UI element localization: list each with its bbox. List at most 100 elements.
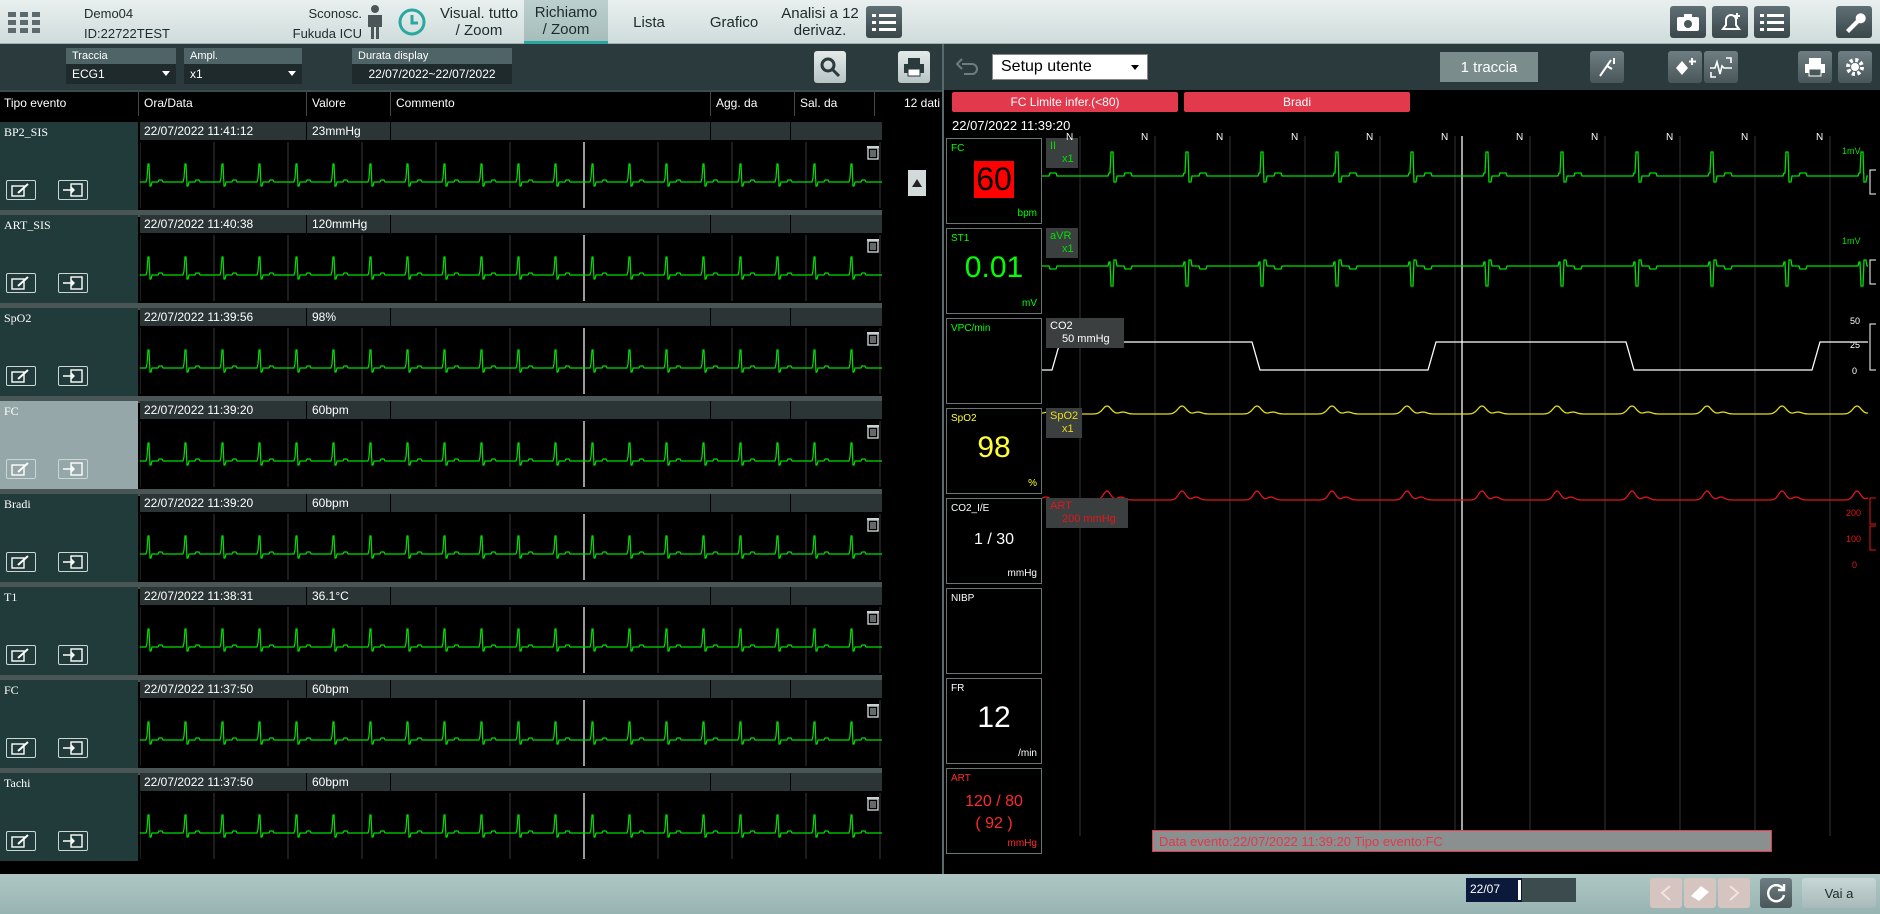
camera-button[interactable] <box>1670 6 1706 38</box>
tab-lista[interactable]: Lista <box>612 0 686 44</box>
col-12-dati[interactable]: 12 dati <box>904 96 940 110</box>
col-commento[interactable]: Commento <box>396 96 455 110</box>
event-type-cell[interactable]: T1 <box>0 587 138 675</box>
main-menu-button[interactable] <box>4 0 44 44</box>
event-ecg-strip[interactable] <box>139 328 882 394</box>
param-box-st1[interactable]: ST1 0.01 mV <box>946 228 1042 314</box>
undo-icon[interactable] <box>956 56 978 78</box>
erase-button[interactable] <box>1684 878 1716 908</box>
waveform-canvas[interactable] <box>1042 136 1880 876</box>
vai-a-button[interactable]: Vai a <box>1802 878 1876 908</box>
edit-comment-button[interactable] <box>6 273 36 293</box>
settings-button[interactable] <box>1838 51 1872 83</box>
table-row[interactable]: FC 22/07/2022 11:39:20 60bpm <box>0 401 882 489</box>
table-row[interactable]: BP2_SIS 22/07/2022 11:41:12 23mmHg <box>0 122 882 210</box>
waveform-area[interactable]: II x1 aVR x1 CO2 50 mmHg SpO2 x1 ART 200 mmHg… <box>1042 132 1880 876</box>
tools-button[interactable] <box>1836 6 1872 38</box>
event-ecg-strip[interactable] <box>139 235 882 301</box>
event-ecg-strip[interactable] <box>139 793 882 859</box>
history-icon[interactable] <box>396 6 428 38</box>
export-event-button[interactable] <box>58 645 88 665</box>
scroll-up-button[interactable] <box>908 170 926 196</box>
export-event-button[interactable] <box>58 459 88 479</box>
edit-comment-button[interactable] <box>6 366 36 386</box>
export-event-button[interactable] <box>58 552 88 572</box>
event-ecg-strip[interactable] <box>139 421 882 487</box>
col-tipo-evento[interactable]: Tipo evento <box>4 96 66 110</box>
edit-comment-button[interactable] <box>6 831 36 851</box>
col-sal-da[interactable]: Sal. da <box>800 96 837 110</box>
trash-icon[interactable] <box>866 423 880 439</box>
table-row[interactable]: ART_SIS 22/07/2022 11:40:38 120mmHg <box>0 215 882 303</box>
param-box-vpc-min[interactable]: VPC/min <box>946 318 1042 404</box>
export-event-button[interactable] <box>58 366 88 386</box>
tab-visual-zoom[interactable]: Visual. tutto / Zoom <box>436 0 522 44</box>
zoom-wave-button[interactable] <box>1704 51 1738 83</box>
table-row[interactable]: FC 22/07/2022 11:37:50 60bpm <box>0 680 882 768</box>
trash-icon[interactable] <box>866 516 880 532</box>
col-valore[interactable]: Valore <box>312 96 346 110</box>
list-settings-button[interactable] <box>1754 6 1790 38</box>
trash-icon[interactable] <box>866 237 880 253</box>
trash-icon[interactable] <box>866 702 880 718</box>
event-type-cell[interactable]: FC <box>0 680 138 768</box>
durata-display-field[interactable]: Durata display 22/07/2022~22/07/2022 <box>352 48 512 88</box>
event-type-cell[interactable]: SpO2 <box>0 308 138 396</box>
table-row[interactable]: T1 22/07/2022 11:38:31 36.1°C <box>0 587 882 675</box>
event-list-scrollbar[interactable] <box>898 122 936 914</box>
prev-button[interactable] <box>1650 878 1682 908</box>
alarm-add-button[interactable] <box>1712 6 1748 38</box>
edit-comment-button[interactable] <box>6 180 36 200</box>
search-button[interactable] <box>814 51 846 83</box>
event-type-cell[interactable]: FC <box>0 401 138 489</box>
tab-grafico[interactable]: Grafico <box>694 0 774 44</box>
ampl-select[interactable]: Ampl. x1 <box>184 48 302 88</box>
print-button[interactable] <box>898 51 930 83</box>
event-type-cell[interactable]: BP2_SIS <box>0 122 138 210</box>
tab-richiamo-zoom[interactable]: Richiamo / Zoom <box>524 0 608 44</box>
param-box-fc[interactable]: FC 60 bpm <box>946 138 1042 224</box>
traccia-select[interactable]: Traccia ECG1 <box>66 48 176 88</box>
export-event-button[interactable] <box>58 831 88 851</box>
col-agg-da[interactable]: Agg. da <box>716 96 757 110</box>
trash-icon[interactable] <box>866 144 880 160</box>
export-event-button[interactable] <box>58 273 88 293</box>
event-type-cell[interactable]: Tachi <box>0 773 138 861</box>
caliper-button[interactable] <box>1590 51 1624 83</box>
edit-comment-button[interactable] <box>6 738 36 758</box>
print-wave-button[interactable] <box>1798 51 1832 83</box>
refresh-button[interactable] <box>1760 878 1792 908</box>
add-marker-button[interactable] <box>1668 51 1702 83</box>
list-menu-button[interactable] <box>866 6 902 38</box>
export-event-button[interactable] <box>58 180 88 200</box>
timeline-cursor[interactable] <box>1518 880 1521 900</box>
param-box-art[interactable]: ART 120 / 80 ( 92 ) mmHg <box>946 768 1042 854</box>
date-timeline[interactable]: 22/07 <box>1466 878 1576 902</box>
event-type-cell[interactable]: Bradi <box>0 494 138 582</box>
event-ecg-strip[interactable] <box>139 514 882 580</box>
col-ora-data[interactable]: Ora/Data <box>144 96 193 110</box>
event-type-cell[interactable]: ART_SIS <box>0 215 138 303</box>
param-box-spo2[interactable]: SpO2 98 % <box>946 408 1042 494</box>
param-box-co2-i-e[interactable]: CO2_I/E 1 / 30 mmHg <box>946 498 1042 584</box>
trash-icon[interactable] <box>866 330 880 346</box>
traccia-count-button[interactable]: 1 traccia <box>1440 52 1538 82</box>
edit-comment-button[interactable] <box>6 459 36 479</box>
event-ecg-strip[interactable] <box>139 607 882 673</box>
next-button[interactable] <box>1718 878 1750 908</box>
param-box-fr[interactable]: FR 12 /min <box>946 678 1042 764</box>
table-row[interactable]: SpO2 22/07/2022 11:39:56 98% <box>0 308 882 396</box>
table-row[interactable]: Tachi 22/07/2022 11:37:50 60bpm <box>0 773 882 861</box>
setup-utente-select[interactable]: Setup utente <box>992 54 1148 80</box>
tab-analisi-12[interactable]: Analisi a 12 derivaz. <box>778 0 862 44</box>
edit-comment-button[interactable] <box>6 552 36 572</box>
edit-comment-button[interactable] <box>6 645 36 665</box>
trash-icon[interactable] <box>866 795 880 811</box>
table-row[interactable]: Bradi 22/07/2022 11:39:20 60bpm <box>0 494 882 582</box>
trash-icon[interactable] <box>866 609 880 625</box>
param-box-nibp[interactable]: NIBP <box>946 588 1042 674</box>
export-event-button[interactable] <box>58 738 88 758</box>
event-ecg-strip[interactable] <box>139 142 882 208</box>
event-ecg-strip[interactable] <box>139 700 882 766</box>
alarm-fc-low[interactable]: FC Limite infer.(<80) <box>952 92 1178 112</box>
